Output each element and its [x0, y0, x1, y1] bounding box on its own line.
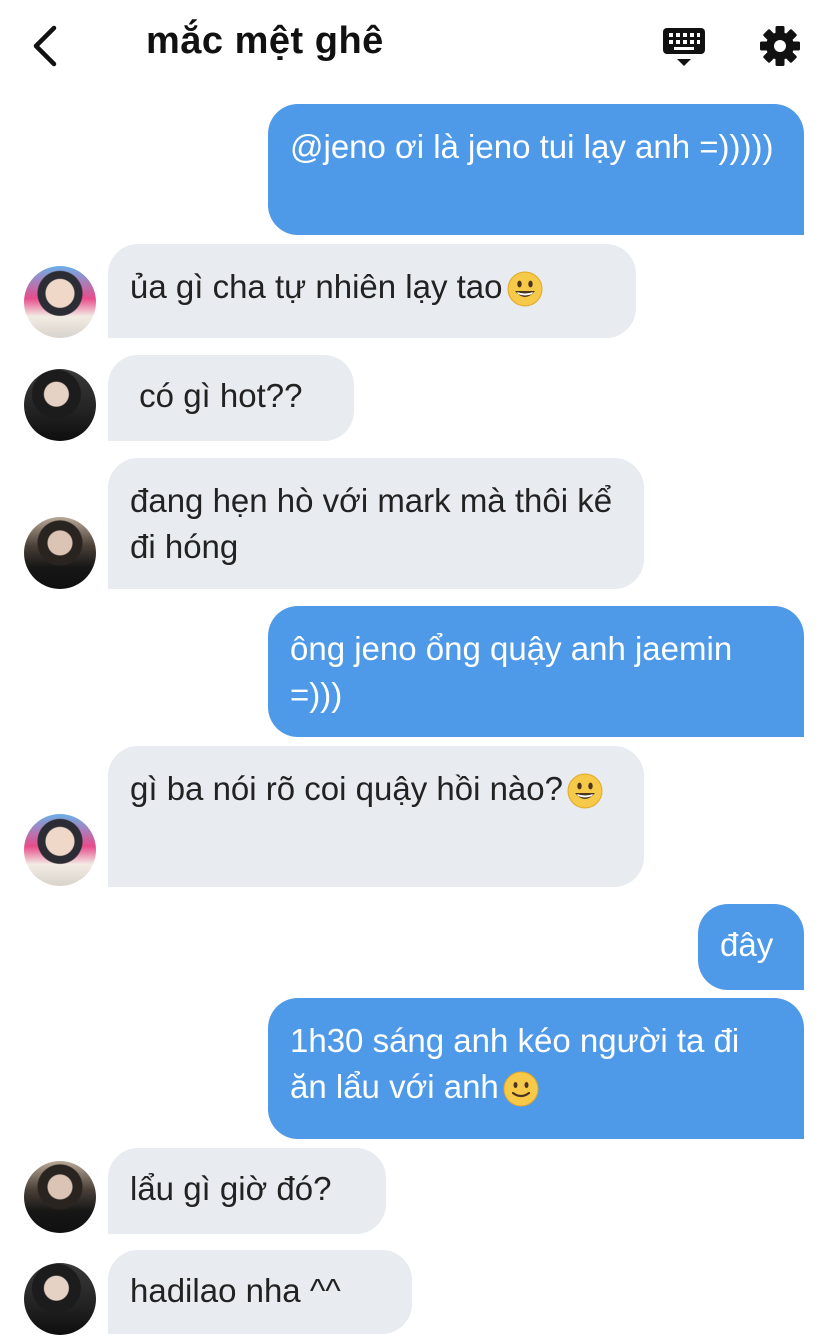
- avatar[interactable]: [24, 1161, 96, 1233]
- message-text: lẩu gì giờ đó?: [130, 1170, 332, 1207]
- message-text: gì ba nói rõ coi quậy hồi nào?: [130, 770, 563, 807]
- chat-title: mắc mệt ghê: [146, 20, 384, 62]
- message-bubble-outgoing[interactable]: ông jeno ổng quậy anh jaemin =))): [268, 606, 804, 737]
- message-text: @jeno ơi là jeno tui lạy anh =))))): [290, 128, 774, 165]
- grinning-emoji-icon: [507, 271, 543, 307]
- avatar[interactable]: [24, 517, 96, 589]
- message-bubble-incoming[interactable]: có gì hot??: [108, 355, 354, 441]
- message-bubble-incoming[interactable]: ủa gì cha tự nhiên lạy tao: [108, 244, 636, 338]
- keyboard-icon[interactable]: [660, 24, 708, 70]
- message-bubble-outgoing[interactable]: 1h30 sáng anh kéo người ta đi ăn lẩu với…: [268, 998, 804, 1139]
- message-bubble-outgoing[interactable]: @jeno ơi là jeno tui lạy anh =))))): [268, 104, 804, 235]
- chevron-left-icon[interactable]: [28, 22, 68, 70]
- avatar[interactable]: [24, 1263, 96, 1335]
- avatar[interactable]: [24, 369, 96, 441]
- avatar[interactable]: [24, 266, 96, 338]
- message-text: ủa gì cha tự nhiên lạy tao: [130, 268, 503, 305]
- message-text: hadilao nha ^^: [130, 1272, 341, 1309]
- message-text: đang hẹn hò với mark mà thôi kể đi hóng: [130, 482, 613, 565]
- chat-header: mắc mệt ghê: [0, 0, 828, 92]
- message-bubble-incoming[interactable]: lẩu gì giờ đó?: [108, 1148, 386, 1234]
- message-bubble-incoming[interactable]: hadilao nha ^^: [108, 1250, 412, 1334]
- message-text: có gì hot??: [130, 377, 303, 414]
- message-bubble-incoming[interactable]: đang hẹn hò với mark mà thôi kể đi hóng: [108, 458, 644, 589]
- message-text: ông jeno ổng quậy anh jaemin =))): [290, 630, 733, 713]
- slight-smile-emoji-icon: [503, 1071, 539, 1107]
- avatar[interactable]: [24, 814, 96, 886]
- message-text: đây: [720, 926, 774, 963]
- grinning-emoji-icon: [567, 773, 603, 809]
- gear-icon[interactable]: [756, 22, 804, 70]
- message-bubble-outgoing[interactable]: đây: [698, 904, 804, 990]
- message-bubble-incoming[interactable]: gì ba nói rõ coi quậy hồi nào?: [108, 746, 644, 887]
